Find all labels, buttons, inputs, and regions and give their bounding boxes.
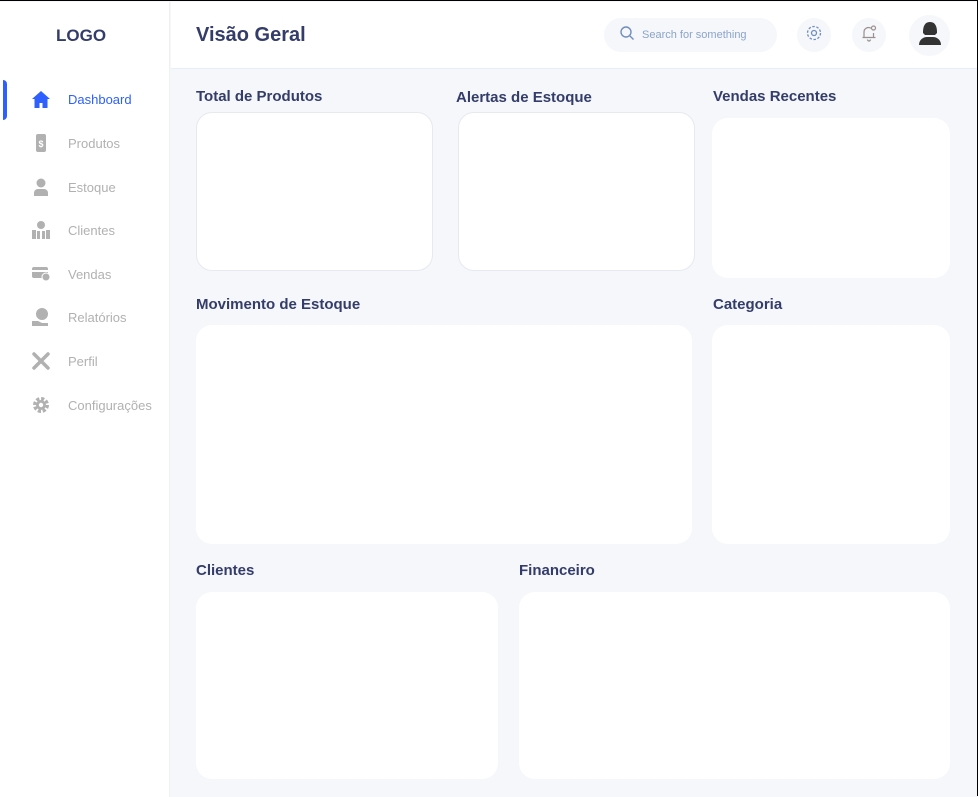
section-title: Alertas de Estoque [456, 89, 592, 106]
sidebar-item-label: Dashboard [68, 91, 132, 107]
sidebar-item-relatorios[interactable]: Relatórios [0, 302, 170, 332]
sidebar-item-vendas[interactable]: Vendas [0, 259, 170, 289]
sidebar-item-perfil[interactable]: Perfil [0, 346, 170, 376]
sidebar-item-label: Configurações [68, 397, 152, 413]
investment-icon [31, 220, 51, 240]
sidebar-item-produtos[interactable]: $ Produtos [0, 128, 170, 158]
sidebar-item-estoque[interactable]: Estoque [0, 172, 170, 202]
user-icon [31, 177, 51, 197]
categoria-card [712, 325, 950, 544]
sidebar: LOGO Dashboard $ Produtos Estoque Client… [0, 2, 170, 797]
sidebar-item-configuracoes[interactable]: Configurações [0, 390, 170, 420]
section-title: Categoria [713, 296, 783, 313]
search-bar[interactable] [604, 18, 777, 52]
user-icon [918, 21, 941, 50]
vendas-recentes-card [712, 118, 950, 278]
movimento-estoque-card [196, 325, 692, 544]
sidebar-item-label: Estoque [68, 179, 116, 195]
bell-icon [860, 24, 878, 47]
header: Visão Geral [171, 2, 977, 69]
svg-text:$: $ [38, 139, 43, 149]
sidebar-item-label: Produtos [68, 135, 121, 151]
tools-icon [31, 351, 51, 371]
sidebar-item-dashboard[interactable]: Dashboard [0, 84, 170, 114]
financeiro-card [519, 592, 950, 779]
home-icon [31, 89, 51, 109]
clientes-card [196, 592, 498, 779]
avatar[interactable] [909, 15, 950, 56]
sidebar-item-clientes[interactable]: Clientes [0, 215, 170, 245]
settings-button[interactable] [797, 18, 831, 52]
section-title: Clientes [196, 562, 255, 579]
sidebar-item-label: Vendas [68, 266, 112, 282]
gear-icon [31, 395, 51, 415]
page-title: Visão Geral [196, 24, 306, 46]
loan-icon [31, 307, 51, 327]
section-title: Financeiro [519, 562, 595, 579]
logo: LOGO [56, 26, 107, 45]
money-transfer-icon: $ [31, 133, 51, 153]
sidebar-item-label: Clientes [68, 222, 115, 238]
search-icon [620, 25, 634, 45]
sidebar-item-label: Perfil [68, 353, 98, 369]
sidebar-item-label: Relatórios [68, 309, 127, 325]
alertas-estoque-card [458, 112, 695, 271]
section-title: Vendas Recentes [713, 88, 837, 105]
gear-icon [805, 24, 823, 47]
notifications-button[interactable] [852, 18, 886, 52]
credit-card-icon [31, 264, 51, 284]
total-produtos-card [196, 112, 433, 271]
section-title: Movimento de Estoque [196, 296, 361, 313]
search-input[interactable] [642, 29, 772, 41]
section-title: Total de Produtos [196, 88, 323, 105]
